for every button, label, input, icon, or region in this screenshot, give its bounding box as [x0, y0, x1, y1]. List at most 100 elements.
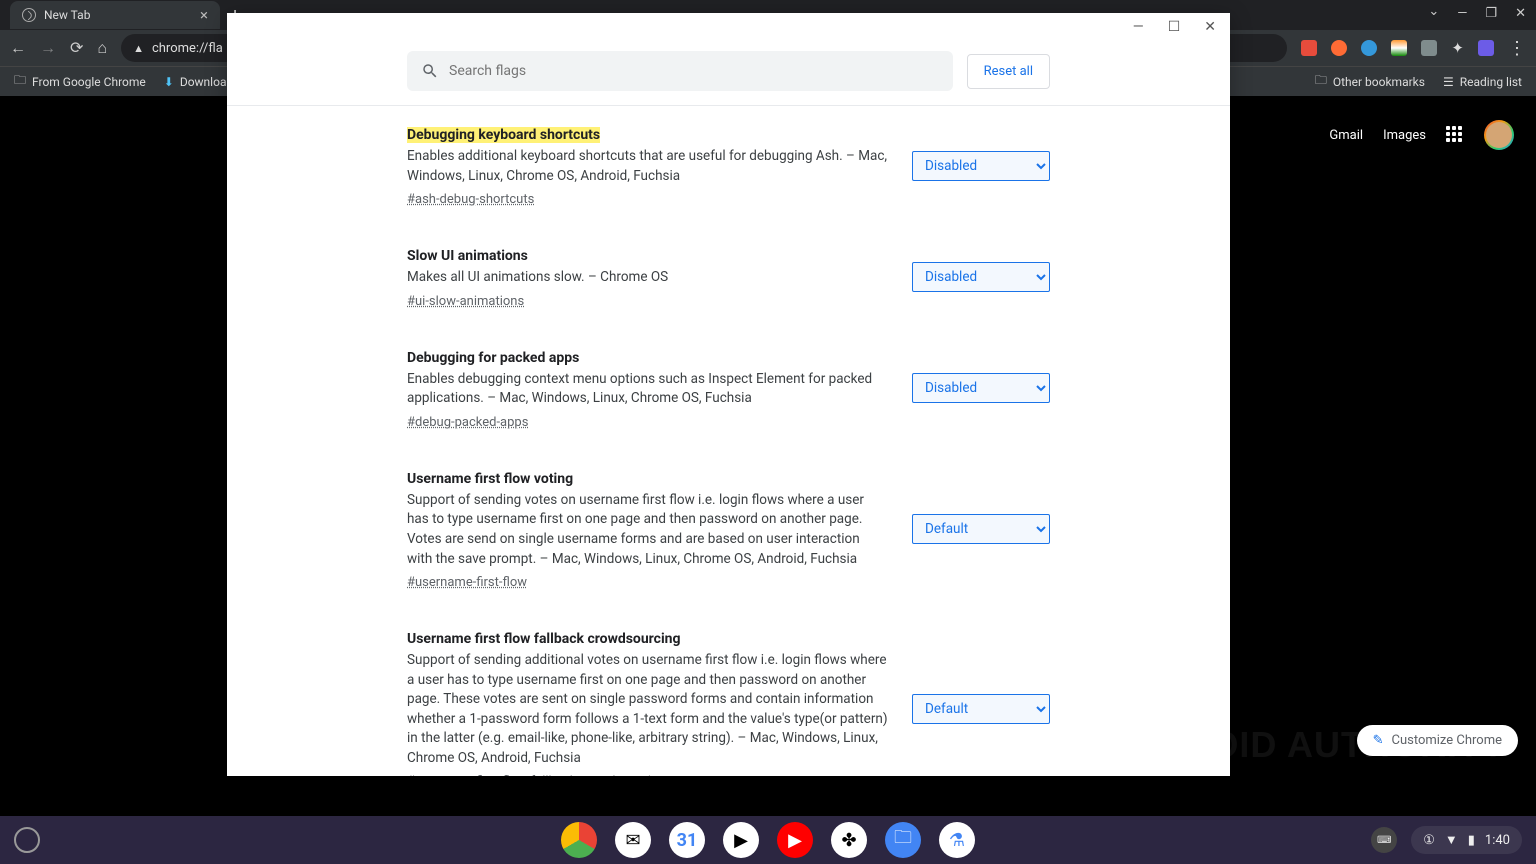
- flag-item: Username first flow voting Support of sen…: [407, 468, 1050, 590]
- app-flask[interactable]: ⚗: [939, 822, 975, 858]
- window-controls: ⌄ — ❐ ✕: [1428, 6, 1526, 21]
- ext-icon-2[interactable]: [1331, 40, 1347, 56]
- flag-control: DefaultEnabledDisabled: [912, 347, 1050, 430]
- search-icon: [421, 62, 439, 80]
- flag-hash-link[interactable]: #debug-packed-apps: [407, 415, 528, 430]
- panel-maximize-button[interactable]: ☐: [1164, 17, 1185, 37]
- tab-title: New Tab: [44, 8, 90, 22]
- bookmark-label: Other bookmarks: [1333, 75, 1425, 89]
- ime-button[interactable]: ⌨: [1371, 827, 1397, 853]
- flag-hash-link[interactable]: #ash-debug-shortcuts: [407, 192, 534, 207]
- flag-hash-link[interactable]: #ui-slow-animations: [407, 294, 524, 309]
- site-info-icon[interactable]: ▲: [133, 42, 144, 55]
- home-button[interactable]: ⌂: [97, 38, 107, 58]
- app-meet[interactable]: ▶: [723, 822, 759, 858]
- bookmark-label: Reading list: [1460, 75, 1522, 89]
- battery-icon: ▮: [1468, 833, 1475, 848]
- close-window-button[interactable]: ✕: [1515, 6, 1526, 21]
- list-icon: ☰: [1443, 75, 1454, 89]
- ext-icon-1[interactable]: [1301, 40, 1317, 56]
- forward-button[interactable]: →: [40, 38, 56, 58]
- flag-item: Username first flow fallback crowdsourci…: [407, 628, 1050, 776]
- gmail-link[interactable]: Gmail: [1329, 128, 1363, 143]
- toolbar-right: ✦: [1301, 38, 1526, 59]
- flag-text: Debugging keyboard shortcuts Enables addi…: [407, 124, 888, 207]
- launcher-button[interactable]: [14, 827, 40, 853]
- flag-text: Slow UI animationsMakes all UI animation…: [407, 245, 888, 309]
- reset-all-button[interactable]: Reset all: [967, 54, 1050, 89]
- flag-select[interactable]: DefaultEnabledDisabled: [912, 694, 1050, 724]
- ext-icon-4[interactable]: [1391, 40, 1407, 56]
- app-calendar[interactable]: 31: [669, 822, 705, 858]
- app-files[interactable]: 🗀: [885, 822, 921, 858]
- menu-button[interactable]: [1508, 38, 1526, 59]
- flag-select[interactable]: DefaultEnabledDisabled: [912, 514, 1050, 544]
- images-link[interactable]: Images: [1383, 128, 1426, 143]
- bookmark-chrome[interactable]: 🗀 From Google Chrome: [14, 71, 146, 92]
- flag-text: Username first flow voting Support of sen…: [407, 468, 888, 590]
- pencil-icon: ✎: [1373, 733, 1384, 748]
- flag-item: Debugging for packed apps Enables debuggi…: [407, 347, 1050, 430]
- flag-description: Support of sending additional votes on u…: [407, 651, 888, 768]
- flag-item: Slow UI animationsMakes all UI animation…: [407, 245, 1050, 309]
- ext-icon-6[interactable]: [1478, 40, 1494, 56]
- clock: 1:40: [1485, 833, 1510, 848]
- flag-control: DefaultEnabledDisabled: [912, 245, 1050, 309]
- browser-tab[interactable]: New Tab ×: [10, 1, 220, 29]
- flag-text: Username first flow fallback crowdsourci…: [407, 628, 888, 776]
- folder-icon: 🗀: [1315, 71, 1327, 92]
- flag-hash-link[interactable]: #username-first-flow-fallback-crowdsourc…: [407, 774, 666, 776]
- profile-avatar[interactable]: [1484, 120, 1514, 150]
- flag-title: Debugging for packed apps: [407, 350, 579, 366]
- dropdown-icon[interactable]: ⌄: [1428, 4, 1439, 19]
- url-text: chrome://fla: [152, 41, 223, 56]
- flag-description: Enables debugging context menu options s…: [407, 370, 888, 409]
- flag-description: Enables additional keyboard shortcuts th…: [407, 147, 888, 186]
- shelf-apps: ✉ 31 ▶ ▶ ✤ 🗀 ⚗: [561, 822, 975, 858]
- download-icon: ⬇: [164, 75, 174, 89]
- globe-icon: [22, 8, 36, 22]
- extensions-icon[interactable]: ✦: [1451, 39, 1464, 57]
- flag-hash-link[interactable]: #username-first-flow: [407, 575, 527, 590]
- flag-select[interactable]: DefaultEnabledDisabled: [912, 262, 1050, 292]
- panel-close-button[interactable]: ✕: [1200, 17, 1220, 37]
- flag-description: Support of sending votes on username fir…: [407, 491, 888, 569]
- app-photos[interactable]: ✤: [831, 822, 867, 858]
- apps-icon[interactable]: [1446, 126, 1464, 144]
- nav-buttons: ← → ⟳ ⌂: [10, 38, 107, 58]
- bookmark-other[interactable]: 🗀 Other bookmarks: [1315, 71, 1425, 92]
- minimize-button[interactable]: —: [1457, 6, 1467, 21]
- app-gmail[interactable]: ✉: [615, 822, 651, 858]
- notification-icon: ①: [1423, 833, 1435, 848]
- search-box[interactable]: [407, 51, 953, 91]
- flag-item: Debugging keyboard shortcuts Enables addi…: [407, 124, 1050, 207]
- folder-icon: 🗀: [14, 71, 26, 92]
- flag-title: Slow UI animations: [407, 248, 528, 264]
- shelf-status: ⌨ ① ▼ ▮ 1:40: [1371, 826, 1522, 854]
- tab-close-button[interactable]: ×: [200, 6, 208, 24]
- restore-button[interactable]: ❐: [1485, 6, 1497, 21]
- bookmark-label: From Google Chrome: [32, 75, 146, 89]
- flag-select[interactable]: DefaultEnabledDisabled: [912, 151, 1050, 181]
- search-input[interactable]: [449, 63, 939, 79]
- flags-header: Reset all: [227, 41, 1230, 106]
- app-youtube[interactable]: ▶: [777, 822, 813, 858]
- flag-title: Username first flow voting: [407, 471, 573, 487]
- ntp-links: Gmail Images: [1329, 120, 1514, 150]
- customize-chrome-button[interactable]: ✎ Customize Chrome: [1357, 725, 1518, 756]
- flags-panel: — ☐ ✕ Reset all Debugging keyboard short…: [227, 13, 1230, 776]
- flag-title: Debugging keyboard shortcuts: [407, 127, 600, 143]
- customize-label: Customize Chrome: [1391, 733, 1502, 748]
- ext-icon-5[interactable]: [1421, 40, 1437, 56]
- bookmark-reading[interactable]: ☰ Reading list: [1443, 71, 1522, 92]
- status-tray[interactable]: ① ▼ ▮ 1:40: [1411, 826, 1522, 854]
- panel-minimize-button[interactable]: —: [1129, 17, 1148, 37]
- wifi-icon: ▼: [1445, 832, 1458, 848]
- ext-icon-3[interactable]: [1361, 40, 1377, 56]
- back-button[interactable]: ←: [10, 38, 26, 58]
- flag-select[interactable]: DefaultEnabledDisabled: [912, 373, 1050, 403]
- reload-button[interactable]: ⟳: [70, 38, 83, 58]
- shelf: ✉ 31 ▶ ▶ ✤ 🗀 ⚗ ⌨ ① ▼ ▮ 1:40: [0, 816, 1536, 864]
- app-chrome[interactable]: [561, 822, 597, 858]
- flags-list[interactable]: Debugging keyboard shortcuts Enables addi…: [227, 106, 1230, 776]
